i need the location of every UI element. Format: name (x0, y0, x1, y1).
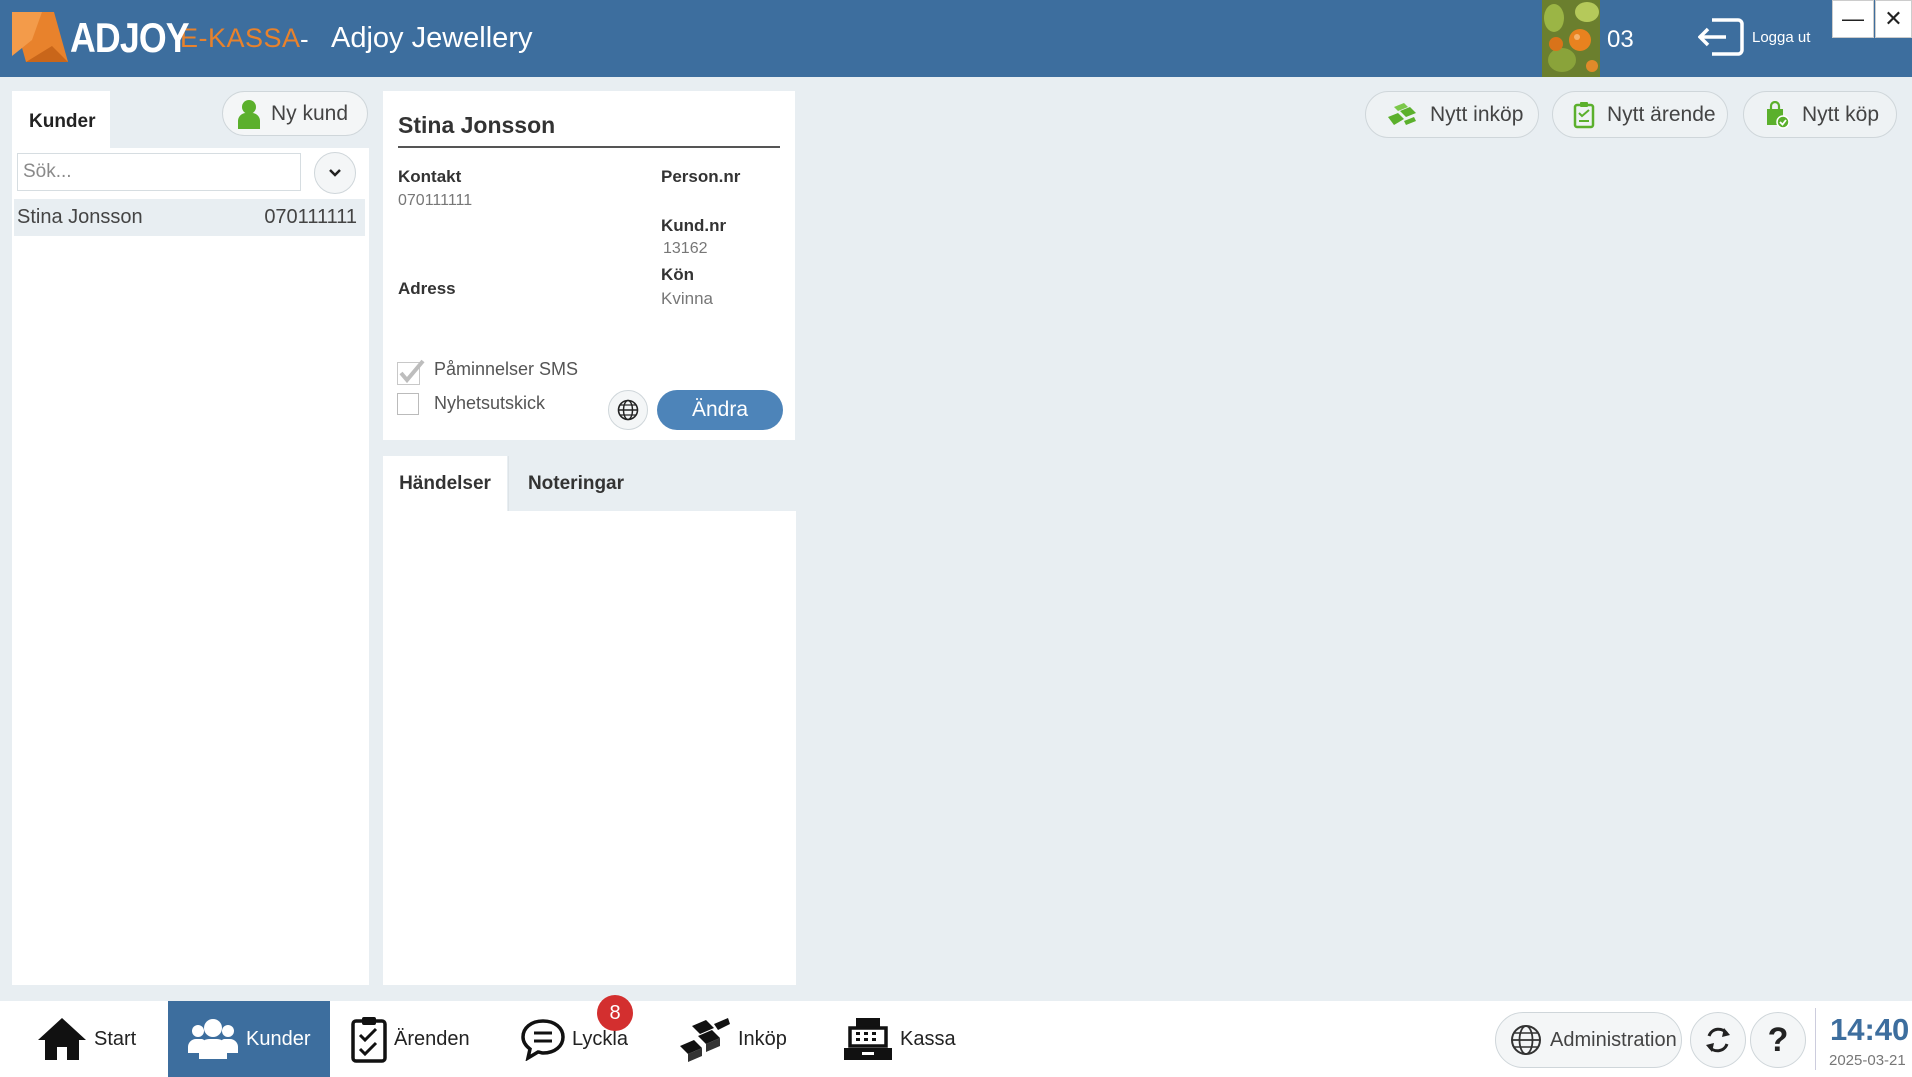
nav-arenden-label: Ärenden (394, 1027, 470, 1050)
newsletter-label: Nyhetsutskick (434, 393, 546, 413)
new-customer-label: Ny kund (271, 101, 349, 125)
orange-tree-avatar-icon (1542, 0, 1600, 77)
nav-kassa-label: Kassa (900, 1027, 956, 1050)
nav-start[interactable]: Start (36, 1001, 166, 1077)
new-case-label: Nytt ärende (1607, 102, 1716, 126)
contact-value: 070111111 (398, 192, 473, 209)
close-button[interactable]: ✕ (1875, 0, 1912, 38)
new-case-button[interactable]: Nytt ärende (1552, 91, 1728, 138)
globe-icon (617, 399, 639, 421)
search-filter-dropdown[interactable] (314, 152, 356, 194)
customer-list-phone: 070111111 (264, 206, 357, 228)
chat-icon (521, 1019, 565, 1061)
events-tabbar: Händelser Noteringar (383, 456, 796, 511)
logout-button[interactable]: Logga ut (1698, 16, 1810, 58)
administration-button[interactable]: Administration (1495, 1012, 1682, 1068)
customers-panel: Kunder Ny kund Stina Jonsson 070111111 (12, 91, 369, 985)
address-label: Adress (398, 279, 456, 298)
brand-name: ADJOY (70, 14, 190, 61)
heading-divider (398, 146, 780, 148)
chevron-down-icon (329, 169, 341, 177)
user-avatar[interactable] (1542, 0, 1600, 77)
title-bar: ADJOY E-KASSA - Adjoy Jewellery 03 Logga… (0, 0, 1912, 77)
product-name: E-KASSA (180, 22, 301, 53)
lyckla-notification-badge: 8 (597, 995, 633, 1031)
shopping-bag-icon (1767, 100, 1790, 129)
kundnr-value: 13162 (663, 240, 708, 257)
gold-bars-icon (1388, 102, 1416, 125)
clipboard-icon (1573, 101, 1595, 128)
user-add-icon (238, 99, 260, 129)
app-logo: ADJOY E-KASSA (12, 8, 301, 68)
logout-icon (1698, 18, 1744, 56)
customer-name-heading: Stina Jonsson (398, 112, 556, 138)
administration-label: Administration (1550, 1028, 1677, 1051)
newsletter-checkbox[interactable] (397, 393, 419, 415)
nav-kunder-label: Kunder (246, 1027, 311, 1050)
adjoy-logo-mark-icon (12, 12, 68, 62)
new-purchase-label: Nytt inköp (1430, 102, 1524, 126)
checkmark-icon (397, 359, 425, 385)
events-list (383, 511, 796, 985)
sms-reminders-checkbox[interactable] (397, 359, 425, 385)
clock-date: 2025-03-21 (1829, 1052, 1906, 1069)
minimize-button[interactable]: — (1832, 0, 1874, 38)
customer-list-item[interactable]: Stina Jonsson 070111111 (14, 199, 365, 236)
help-button[interactable]: ? (1750, 1012, 1806, 1068)
language-button[interactable] (608, 390, 648, 430)
gold-bars-icon (680, 1018, 730, 1062)
new-sale-button[interactable]: Nytt köp (1743, 91, 1897, 138)
nav-kassa[interactable]: Kassa (842, 1001, 962, 1077)
nav-inkop[interactable]: Inköp (678, 1001, 798, 1077)
new-sale-label: Nytt köp (1802, 102, 1880, 126)
store-name: Adjoy Jewellery (331, 22, 533, 54)
contact-label: Kontakt (398, 167, 462, 186)
customer-list-name: Stina Jonsson (17, 206, 143, 228)
user-number: 03 (1607, 26, 1634, 53)
sms-reminders-label: Påminnelser SMS (434, 359, 579, 379)
customer-detail-card: Stina Jonsson Kontakt 070111111 Person.n… (383, 91, 795, 440)
nav-arenden[interactable]: Ärenden (350, 1001, 480, 1077)
new-purchase-button[interactable]: Nytt inköp (1365, 91, 1539, 138)
nav-kunder[interactable]: Kunder (168, 1001, 330, 1077)
edit-customer-button[interactable]: Ändra (657, 390, 783, 430)
clock-time: 14:40 (1830, 1012, 1910, 1047)
customer-search-input[interactable] (17, 153, 301, 191)
nav-lyckla-label: Lyckla (572, 1027, 628, 1050)
sync-icon (1706, 1027, 1730, 1053)
gender-label: Kön (661, 265, 695, 284)
home-icon (38, 1018, 86, 1060)
personnr-label: Person.nr (661, 167, 741, 186)
logout-label: Logga ut (1752, 28, 1811, 46)
users-icon (188, 1019, 238, 1059)
clipboard-icon (351, 1017, 387, 1063)
cash-register-icon (844, 1018, 892, 1060)
globe-icon (1511, 1025, 1541, 1055)
tab-kunder[interactable]: Kunder (12, 91, 110, 148)
title-separator: - (300, 24, 309, 54)
nav-inkop-label: Inköp (738, 1027, 787, 1050)
tab-noteringar[interactable]: Noteringar (508, 456, 643, 511)
sync-button[interactable] (1690, 1012, 1746, 1068)
tab-handelser[interactable]: Händelser (383, 456, 507, 511)
kundnr-label: Kund.nr (661, 216, 727, 235)
clock-divider (1815, 1008, 1816, 1070)
new-customer-button[interactable]: Ny kund (222, 91, 368, 136)
nav-start-label: Start (94, 1027, 137, 1050)
gender-value: Kvinna (661, 289, 713, 308)
